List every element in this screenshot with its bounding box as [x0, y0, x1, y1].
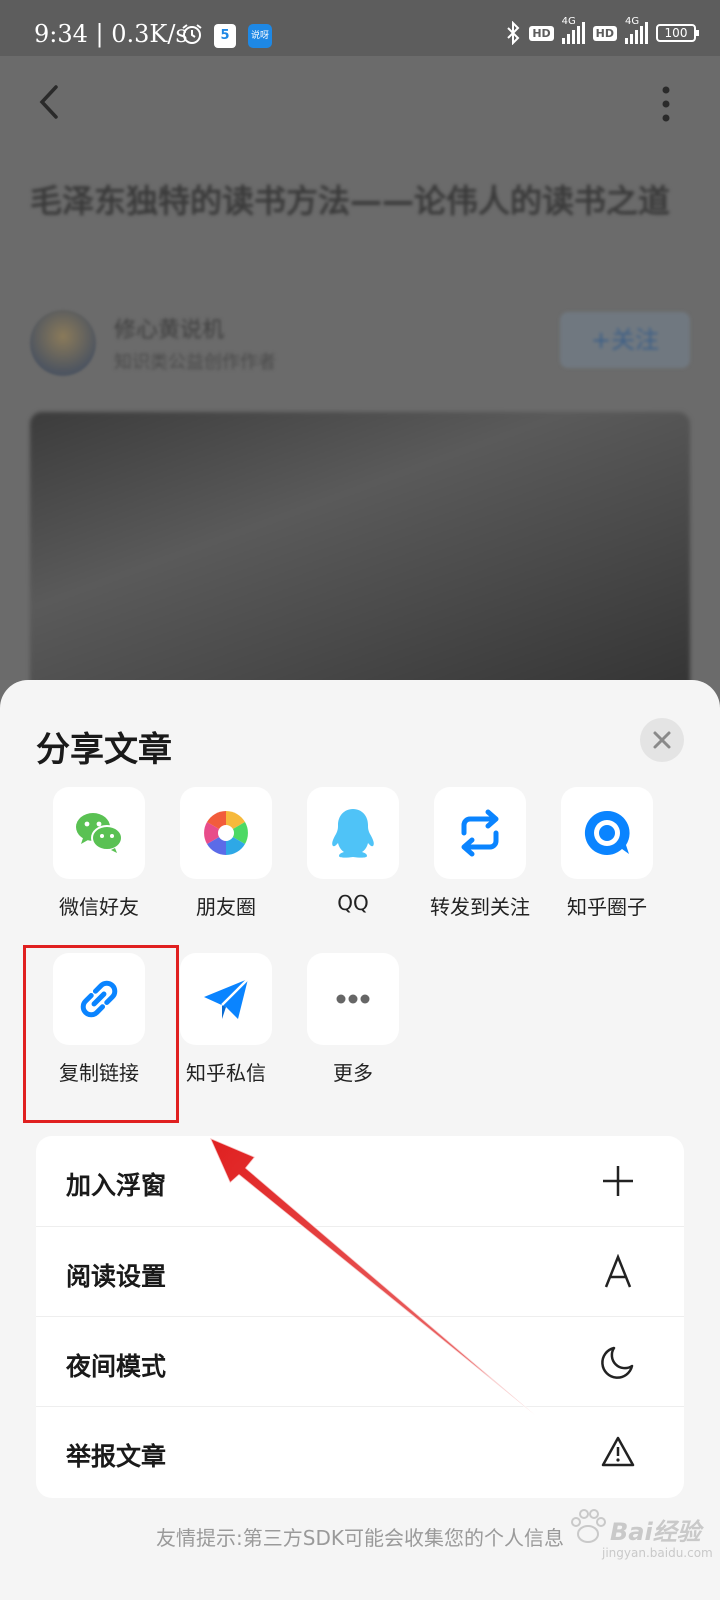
- more-vertical-icon[interactable]: [660, 86, 672, 122]
- share-zhihu-circle[interactable]: 知乎圈子: [544, 787, 670, 920]
- moon-icon: [601, 1346, 634, 1379]
- close-icon: [653, 731, 671, 749]
- share-tile[interactable]: [180, 787, 272, 879]
- app-notification-icon: 5: [214, 24, 236, 48]
- share-label: 微信好友: [59, 895, 139, 919]
- bluetooth-icon: [507, 21, 520, 45]
- share-tile[interactable]: [561, 787, 653, 879]
- status-bar: 9:34 | 0.3K/s 5 说呀 HD 4G HD 4G 100: [0, 0, 720, 56]
- share-moments[interactable]: 朋友圈: [163, 787, 289, 920]
- network-type-label: 4G: [561, 16, 576, 27]
- signal-icon-2: 4G: [625, 16, 648, 44]
- watermark-text: Bai经验: [610, 1518, 701, 1546]
- menu-item-label: 阅读设置: [66, 1262, 167, 1291]
- zhihu-circle-icon: [584, 810, 630, 855]
- share-zhihu-message[interactable]: 知乎私信: [163, 953, 289, 1086]
- hd-badge: HD: [529, 25, 554, 41]
- share-tile[interactable]: [180, 953, 272, 1045]
- menu-item-floating-window[interactable]: 加入浮窗: [36, 1136, 684, 1226]
- avatar[interactable]: [30, 310, 96, 376]
- watermark: Bai经验 jingyan.baidu.com: [566, 1500, 713, 1570]
- signal-icon: 4G: [561, 16, 585, 44]
- plus-icon: [603, 1166, 633, 1196]
- qq-icon: [332, 809, 374, 858]
- back-arrow-icon[interactable]: [34, 84, 64, 120]
- menu-item-label: 举报文章: [66, 1442, 167, 1471]
- share-tile[interactable]: [434, 787, 526, 879]
- warning-icon: [601, 1436, 635, 1467]
- menu-item-label: 夜间模式: [66, 1352, 167, 1381]
- repost-icon: [461, 809, 499, 857]
- share-tile[interactable]: [307, 787, 399, 879]
- wechat-icon: [76, 813, 123, 853]
- font-a-icon: [604, 1254, 632, 1288]
- paw-logo-icon: [571, 1509, 606, 1543]
- battery-icon: 100: [656, 24, 699, 42]
- menu-item-night-mode[interactable]: 夜间模式: [36, 1316, 684, 1406]
- sheet-title: 分享文章: [36, 730, 172, 770]
- author-name: 修心黄说机: [114, 318, 225, 343]
- app-notification-icon-2: 说呀: [248, 24, 272, 48]
- close-button[interactable]: [640, 718, 684, 762]
- menu-item-report[interactable]: 举报文章: [36, 1406, 684, 1496]
- share-qq[interactable]: QQ: [290, 787, 416, 915]
- author-description: 知识类公益创作作者: [114, 352, 276, 373]
- article-background: 毛泽东独特的读书方法——论伟人的读书之道 修心黄说机 知识类公益创作作者 +关注: [0, 56, 720, 732]
- share-wechat-friend[interactable]: 微信好友: [36, 787, 162, 920]
- menu-item-label: 加入浮窗: [66, 1171, 167, 1200]
- share-label: 更多: [333, 1061, 373, 1085]
- share-label: QQ: [337, 891, 369, 915]
- status-right-group: HD 4G HD 4G 100: [505, 16, 699, 48]
- share-label: 转发到关注: [430, 895, 530, 919]
- share-sheet: 分享文章 微信好友 朋友圈 QQ 转发到关注 知乎圈子 复制链接 知乎私信 更多…: [0, 680, 720, 1600]
- more-dots-icon: [336, 994, 370, 1004]
- options-menu: 加入浮窗 阅读设置 夜间模式 举报文章: [36, 1136, 684, 1498]
- alarm-icon: [182, 24, 202, 44]
- share-label: 知乎私信: [186, 1061, 266, 1085]
- moments-icon: [204, 811, 248, 855]
- status-time-speed: 9:34 | 0.3K/s: [34, 20, 188, 48]
- share-repost[interactable]: 转发到关注: [417, 787, 543, 920]
- share-label: 朋友圈: [196, 895, 256, 919]
- watermark-subtext: jingyan.baidu.com: [602, 1546, 713, 1560]
- share-tile[interactable]: [307, 953, 399, 1045]
- share-tile[interactable]: [53, 787, 145, 879]
- network-type-label-2: 4G: [625, 16, 640, 27]
- article-title: 毛泽东独特的读书方法——论伟人的读书之道: [30, 182, 671, 220]
- share-label: 知乎圈子: [567, 895, 647, 919]
- highlight-box: [23, 945, 179, 1123]
- follow-button[interactable]: +关注: [560, 312, 690, 368]
- hd-badge-2: HD: [592, 25, 617, 41]
- paper-plane-icon: [204, 978, 249, 1019]
- menu-item-reading-settings[interactable]: 阅读设置: [36, 1226, 684, 1316]
- share-more[interactable]: 更多: [290, 953, 416, 1086]
